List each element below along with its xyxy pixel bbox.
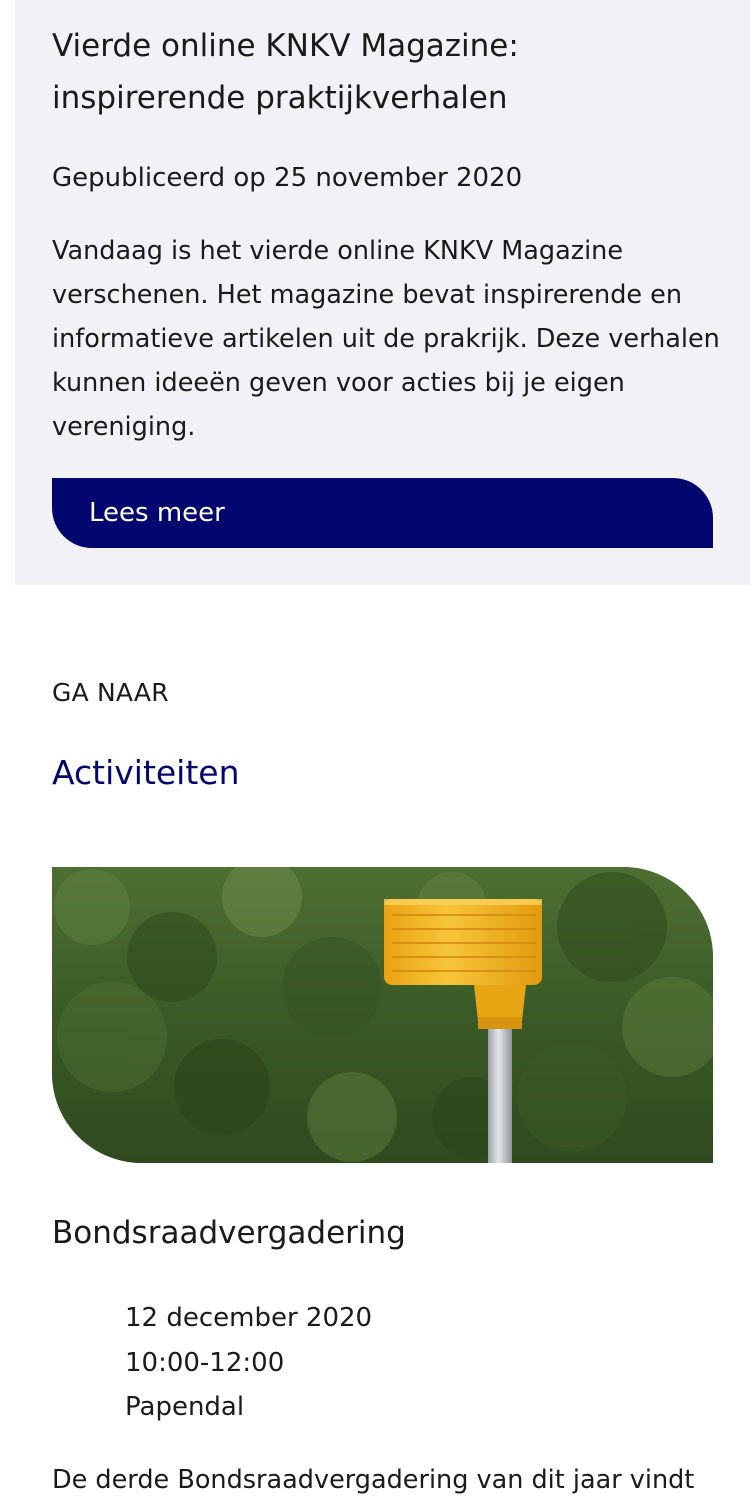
event-image[interactable] xyxy=(52,867,713,1163)
news-card: Vierde online KNKV Magazine: inspirerend… xyxy=(15,0,750,585)
goto-label: GA NAAR xyxy=(52,678,169,707)
event-date: 12 december 2020 xyxy=(125,1303,373,1333)
event-description: De derde Bondsraadvergadering van dit ja… xyxy=(52,1465,695,1495)
event-title[interactable]: Bondsraadvergadering xyxy=(52,1210,406,1256)
read-more-button[interactable]: Lees meer xyxy=(52,478,713,548)
news-summary: Vandaag is het vierde online KNKV Magazi… xyxy=(52,236,720,442)
activities-link[interactable]: Activiteiten xyxy=(52,750,240,796)
event-time: 10:00-12:00 xyxy=(125,1347,285,1378)
korfball-basket-photo-icon xyxy=(52,867,713,1163)
news-title: Vierde online KNKV Magazine: inspirerend… xyxy=(52,28,519,116)
event-meta: 12 december 2020 10:00-12:00 Papendal xyxy=(125,1296,372,1430)
event-location: Papendal xyxy=(125,1392,245,1422)
news-published-date: Gepubliceerd op 25 november 2020 xyxy=(52,163,523,193)
